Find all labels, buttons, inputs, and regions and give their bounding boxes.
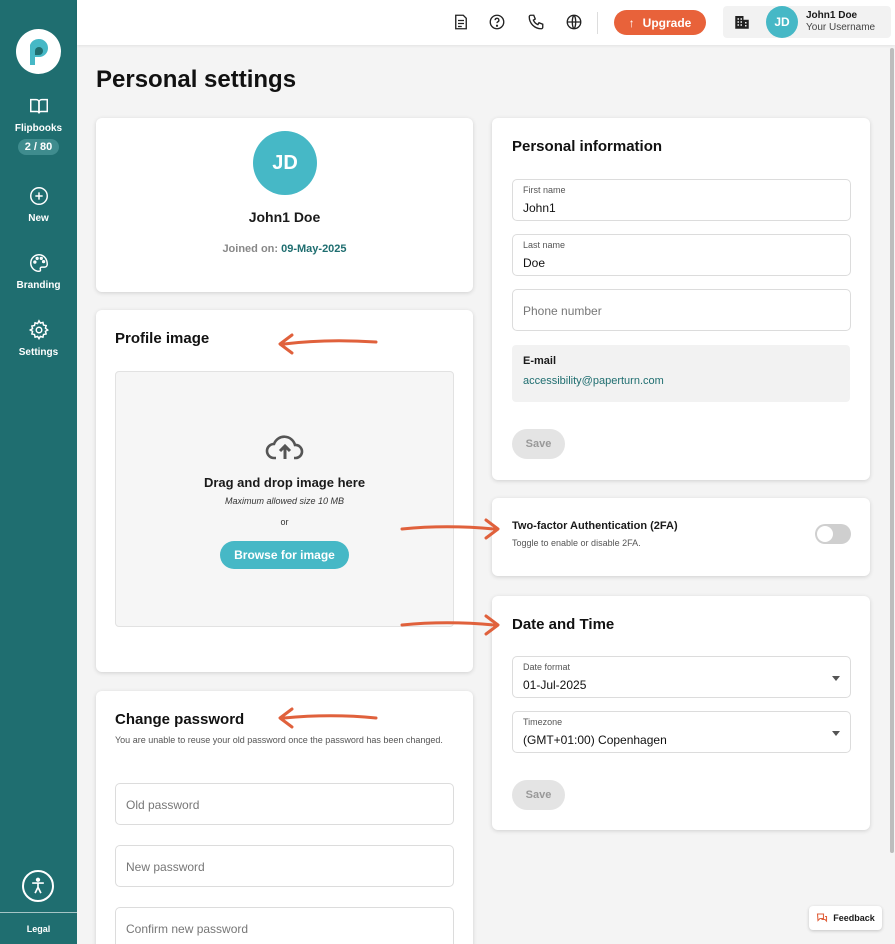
user-username: Your Username (806, 22, 876, 33)
flipbook-count-badge: 2 / 80 (17, 139, 60, 155)
annotation-arrow-right-icon (400, 614, 500, 636)
email-display: E-mail accessibility@paperturn.com (512, 345, 850, 402)
first-name-field[interactable]: First name John1 (512, 179, 851, 221)
user-menu[interactable]: JD John1 Doe Your Username (723, 6, 891, 38)
toggle-knob (817, 526, 833, 542)
old-password-field[interactable]: Old password (115, 783, 454, 825)
accessibility-button[interactable] (22, 870, 54, 902)
feedback-label: Feedback (833, 913, 875, 923)
joined-date: 09-May-2025 (281, 243, 347, 255)
last-name-field[interactable]: Last name Doe (512, 234, 851, 276)
profile-image-title: Profile image (115, 330, 210, 347)
phone-number-placeholder: Phone number (523, 304, 602, 318)
globe-icon[interactable] (565, 13, 583, 31)
personal-information-card: Personal information First name John1 La… (492, 118, 870, 480)
sidebar-item-flipbooks[interactable]: Flipbooks 2 / 80 (0, 95, 77, 155)
dropzone-title: Drag and drop image here (203, 475, 366, 490)
document-icon[interactable] (452, 13, 470, 31)
joined-label: Joined on: (222, 243, 279, 255)
date-format-value: 01-Jul-2025 (523, 678, 587, 692)
app-logo[interactable] (16, 29, 61, 74)
timezone-label: Timezone (523, 717, 563, 727)
date-time-title: Date and Time (512, 616, 615, 633)
date-format-select[interactable]: Date format 01-Jul-2025 (512, 656, 851, 698)
email-label: E-mail (523, 355, 557, 367)
change-password-title: Change password (115, 711, 245, 728)
page-title: Personal settings (96, 66, 297, 93)
annotation-arrow-left-icon (278, 333, 378, 355)
feedback-button[interactable]: Feedback (809, 906, 882, 930)
last-name-value: Doe (523, 256, 546, 270)
annotation-arrow-left-icon (278, 707, 378, 729)
new-password-placeholder: New password (126, 860, 205, 874)
dropzone-max-size: Maximum allowed size 10 MB (224, 496, 345, 506)
building-icon[interactable] (733, 13, 751, 31)
sidebar-item-label: Branding (16, 280, 61, 291)
first-name-label: First name (523, 185, 566, 195)
logo-icon (29, 38, 48, 65)
sidebar-item-label: Settings (18, 347, 59, 358)
legal-link[interactable]: Legal (0, 924, 77, 934)
book-icon (29, 98, 48, 114)
upgrade-button[interactable]: ↑ Upgrade (614, 10, 706, 35)
plus-circle-icon (29, 187, 48, 205)
email-value: accessibility@paperturn.com (523, 375, 664, 387)
date-format-label: Date format (523, 662, 571, 672)
sidebar-item-branding[interactable]: Branding (0, 252, 77, 291)
phone-icon[interactable] (527, 13, 545, 31)
sidebar: Flipbooks 2 / 80 New Branding Settings L… (0, 0, 77, 944)
joined-date-text: Joined on: 09-May-2025 (96, 243, 473, 255)
upgrade-label: Upgrade (642, 15, 692, 30)
old-password-placeholder: Old password (126, 798, 200, 812)
arrow-up-icon: ↑ (628, 15, 635, 30)
page-scrollbar[interactable] (890, 48, 894, 853)
sidebar-item-label: New (28, 213, 49, 224)
browse-image-button[interactable]: Browse for image (220, 541, 349, 569)
date-time-save-button[interactable]: Save (512, 780, 565, 810)
profile-name: John1 Doe (248, 209, 321, 225)
sidebar-item-label: Flipbooks (14, 123, 63, 134)
chevron-down-icon (832, 731, 840, 736)
two-factor-toggle[interactable] (815, 524, 851, 544)
feedback-icon (817, 913, 828, 923)
confirm-password-placeholder: Confirm new password (126, 922, 249, 936)
two-factor-title: Two-factor Authentication (2FA) (512, 520, 678, 532)
sidebar-item-new[interactable]: New (0, 185, 77, 224)
user-name: John1 Doe (806, 10, 858, 21)
new-password-field[interactable]: New password (115, 845, 454, 887)
personal-information-title: Personal information (512, 138, 663, 155)
cloud-upload-icon (265, 435, 304, 460)
user-avatar[interactable]: JD (766, 6, 798, 38)
help-icon[interactable] (488, 13, 506, 31)
phone-number-field[interactable]: Phone number (512, 289, 851, 331)
confirm-password-field[interactable]: Confirm new password (115, 907, 454, 944)
annotation-arrow-right-icon (400, 518, 500, 540)
date-time-card: Date and Time Date format 01-Jul-2025 Ti… (492, 596, 870, 830)
chevron-down-icon (832, 676, 840, 681)
palette-icon (29, 254, 48, 272)
timezone-select[interactable]: Timezone (GMT+01:00) Copenhagen (512, 711, 851, 753)
change-password-description: You are unable to reuse your old passwor… (115, 735, 443, 745)
two-factor-card: Two-factor Authentication (2FA) Toggle t… (492, 498, 870, 576)
topbar-divider (597, 12, 598, 34)
sidebar-item-settings[interactable]: Settings (0, 319, 77, 358)
last-name-label: Last name (523, 240, 566, 250)
profile-avatar: JD (253, 131, 317, 195)
top-bar: ↑ Upgrade JD John1 Doe Your Username (77, 0, 895, 45)
first-name-value: John1 (523, 201, 556, 215)
profile-summary-card: JD John1 Doe Joined on: 09-May-2025 (96, 118, 473, 292)
personal-info-save-button[interactable]: Save (512, 429, 565, 459)
image-dropzone[interactable]: Drag and drop image here Maximum allowed… (115, 371, 454, 627)
accessibility-icon (32, 877, 44, 894)
two-factor-subtitle: Toggle to enable or disable 2FA. (512, 538, 641, 548)
gear-icon (28, 319, 49, 341)
legal-divider (0, 912, 77, 913)
timezone-value: (GMT+01:00) Copenhagen (523, 733, 667, 747)
